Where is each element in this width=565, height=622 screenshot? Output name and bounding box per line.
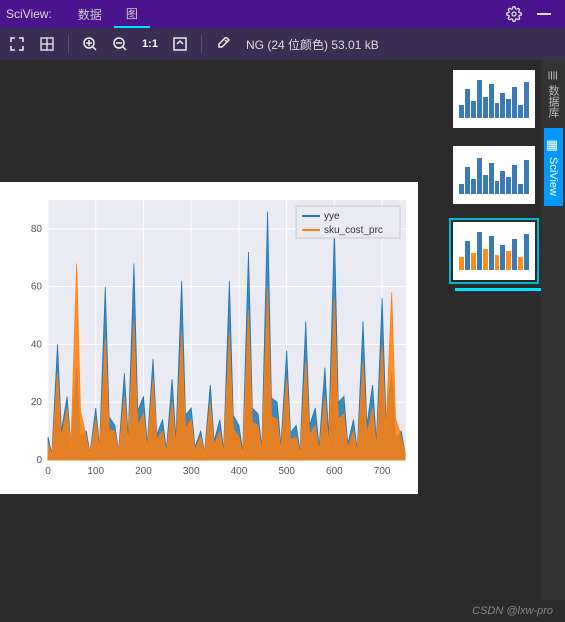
zoom-out-icon[interactable] xyxy=(109,33,131,55)
chart: 0 20 40 60 80 0 100 200 300 400 500 600 700 yye sku_co… xyxy=(0,182,418,494)
fullscreen-icon[interactable] xyxy=(6,33,28,55)
image-toolbar: 1:1 NG (24 位颜色) 53.01 kB xyxy=(0,28,565,60)
svg-text:60: 60 xyxy=(31,282,43,293)
svg-text:300: 300 xyxy=(183,466,200,477)
actual-size-button[interactable]: 1:1 xyxy=(139,38,161,50)
grid-icon[interactable] xyxy=(36,33,58,55)
image-status: NG (24 位颜色) 53.01 kB xyxy=(246,36,379,53)
plot-canvas: 0 20 40 60 80 0 100 200 300 400 500 600 700 yye sku_co… xyxy=(0,182,418,494)
zoom-in-icon[interactable] xyxy=(79,33,101,55)
rail-tab-sciview[interactable]: ▦ SciView xyxy=(544,128,563,206)
svg-text:400: 400 xyxy=(231,466,248,477)
svg-text:200: 200 xyxy=(135,466,152,477)
title-bar: SciView: 数据 图 xyxy=(0,0,565,28)
svg-text:yye: yye xyxy=(324,211,340,222)
tab-data[interactable]: 数据 xyxy=(66,0,114,28)
rail-tab-database[interactable]: ≣ 数据库 xyxy=(543,60,563,128)
thumbnail-2[interactable] xyxy=(453,222,535,280)
svg-text:0: 0 xyxy=(45,466,51,477)
main-area: 0 20 40 60 80 0 100 200 300 400 500 600 700 yye sku_co… xyxy=(0,60,565,600)
svg-text:80: 80 xyxy=(31,224,43,235)
svg-text:700: 700 xyxy=(374,466,391,477)
database-icon: ≣ xyxy=(546,70,561,81)
svg-text:500: 500 xyxy=(278,466,295,477)
svg-text:100: 100 xyxy=(87,466,104,477)
svg-text:20: 20 xyxy=(31,397,43,408)
color-picker-icon[interactable] xyxy=(212,33,234,55)
svg-text:600: 600 xyxy=(326,466,343,477)
fit-screen-icon[interactable] xyxy=(169,33,191,55)
plot-viewer[interactable]: 0 20 40 60 80 0 100 200 300 400 500 600 700 yye sku_co… xyxy=(0,60,447,600)
minimize-icon[interactable] xyxy=(533,3,555,25)
svg-text:0: 0 xyxy=(36,455,42,466)
settings-gear-icon[interactable] xyxy=(503,3,525,25)
svg-text:sku_cost_prc: sku_cost_prc xyxy=(324,225,383,236)
thumbnail-0[interactable] xyxy=(453,70,535,128)
grid-small-icon: ▦ xyxy=(546,138,561,153)
window-title: SciView: xyxy=(6,7,52,21)
thumbnail-1[interactable] xyxy=(453,146,535,204)
svg-text:40: 40 xyxy=(31,339,43,350)
selection-underline xyxy=(455,288,555,291)
tab-plots[interactable]: 图 xyxy=(114,0,150,28)
footer-watermark: CSDN @lxw-pro xyxy=(0,600,565,622)
right-tool-rail: ≣ 数据库 ▦ SciView xyxy=(541,60,565,600)
